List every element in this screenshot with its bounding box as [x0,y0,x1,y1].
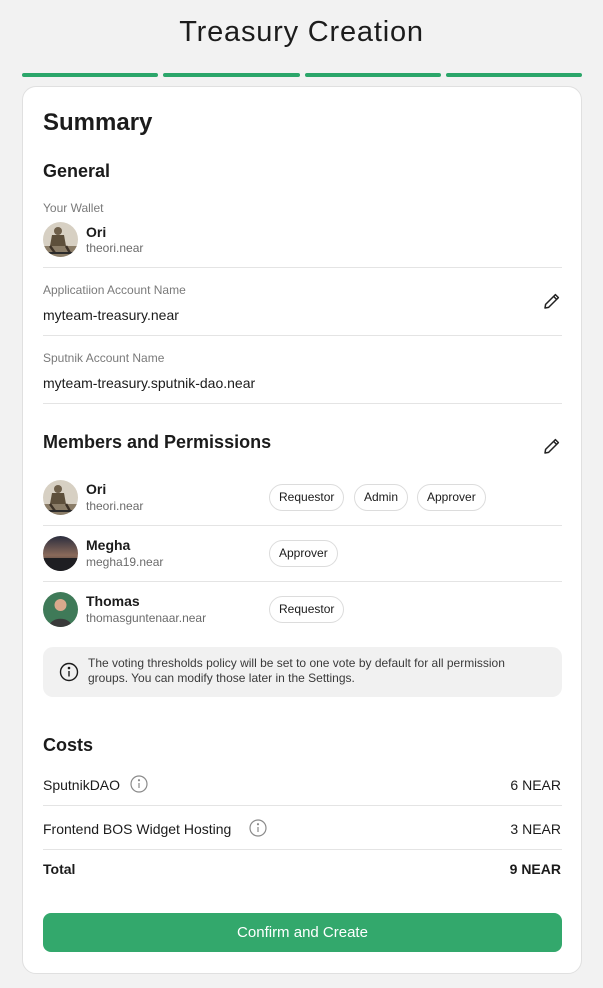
member-name: Ori [86,481,107,497]
role-badge: Admin [354,484,409,511]
progress-step-2 [163,73,300,77]
divider [43,403,562,404]
page-title: Treasury Creation [179,16,424,48]
member-name: Thomas [86,593,140,609]
role-badge: Approver [417,484,486,511]
member-account: megha19.near [86,555,164,569]
pencil-icon[interactable] [542,291,562,311]
summary-card: Summary General Your Wallet Ori theori.n… [22,86,582,974]
member-name: Megha [86,537,131,553]
member-account: theori.near [86,499,144,513]
cost-item-label: Frontend BOS Widget Hosting [43,821,232,837]
divider [43,849,562,850]
summary-title: Summary [43,109,153,136]
divider [43,335,562,336]
sputnik-account-value: myteam-treasury.sputnik-dao.near [43,375,256,391]
application-account-value: myteam-treasury.near [43,307,179,323]
progress-step-1 [22,73,159,77]
avatar [43,536,78,571]
role-badge: Approver [269,540,338,567]
role-badge: Requestor [269,484,345,511]
general-section-title: General [43,161,111,181]
wallet-name: Ori [86,224,107,240]
divider [43,581,562,582]
application-account-label: Applicatiion Account Name [43,283,186,297]
step-progress-bar [22,73,582,77]
member-account: thomasguntenaar.near [86,611,207,625]
wallet-account: theori.near [86,241,144,255]
wallet-label: Your Wallet [43,201,104,215]
info-icon[interactable] [249,819,267,837]
total-value: 9 NEAR [509,861,561,877]
info-icon[interactable] [130,775,148,793]
avatar [43,592,78,627]
role-badge: Requestor [269,596,345,623]
avatar [43,222,78,257]
confirm-create-button[interactable]: Confirm and Create [43,913,562,952]
sputnik-account-label: Sputnik Account Name [43,351,165,365]
progress-step-4 [445,73,582,77]
cost-item-label: SputnikDAO [43,777,121,793]
divider [43,267,562,268]
info-icon [59,662,79,682]
pencil-icon[interactable] [542,436,562,456]
divider [43,525,562,526]
note-text: The voting thresholds policy will be set… [88,656,505,685]
cost-item-value: 3 NEAR [510,821,561,837]
members-section-title: Members and Permissions [43,432,272,452]
total-label: Total [43,861,76,877]
avatar [43,480,78,515]
voting-policy-note: The voting thresholds policy will be set… [43,647,562,697]
progress-step-3 [304,73,441,77]
cost-item-value: 6 NEAR [510,777,561,793]
divider [43,805,562,806]
costs-section-title: Costs [43,735,94,755]
